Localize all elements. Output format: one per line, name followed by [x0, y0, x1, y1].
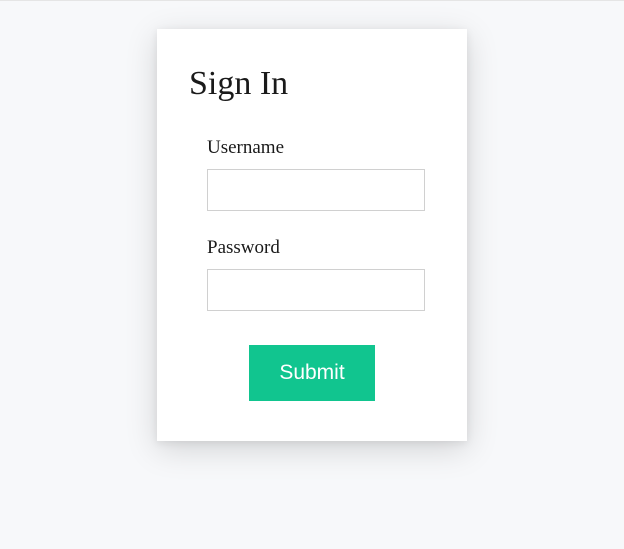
password-input[interactable]: [207, 269, 425, 311]
username-group: Username: [207, 137, 435, 211]
submit-wrap: Submit: [189, 345, 435, 401]
password-label: Password: [207, 237, 435, 259]
page-title: Sign In: [189, 65, 435, 103]
username-label: Username: [207, 137, 435, 159]
submit-button[interactable]: Submit: [249, 345, 374, 401]
username-input[interactable]: [207, 169, 425, 211]
password-group: Password: [207, 237, 435, 311]
signin-card: Sign In Username Password Submit: [157, 29, 467, 441]
